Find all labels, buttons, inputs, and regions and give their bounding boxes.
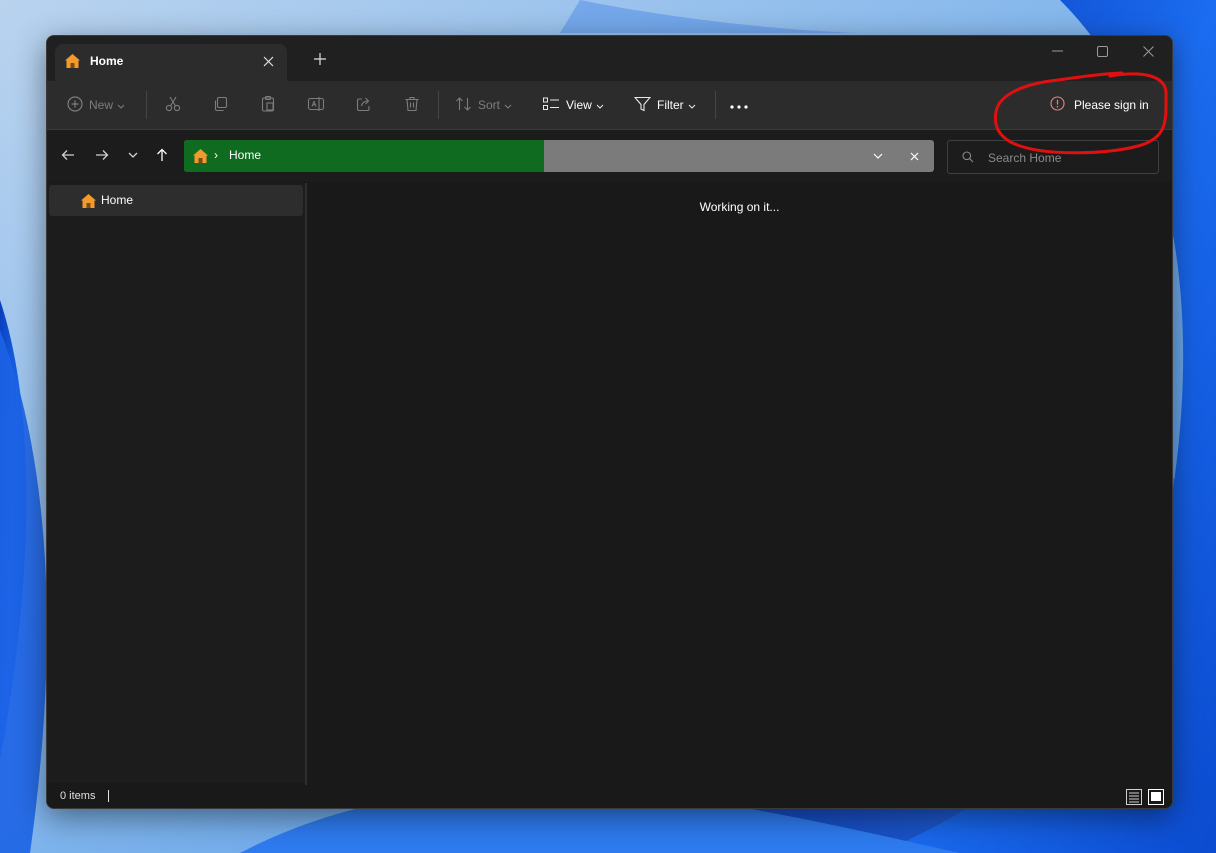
status-divider [108, 790, 109, 802]
close-icon[interactable] [1128, 40, 1168, 62]
title-bar: Home [47, 36, 1172, 81]
cancel-load-icon[interactable] [904, 147, 924, 165]
sort-icon [455, 96, 472, 115]
forward-arrow-icon[interactable] [91, 144, 113, 166]
cut-button[interactable] [164, 91, 182, 119]
chevron-down-icon [117, 98, 125, 112]
search-box[interactable] [947, 140, 1159, 174]
command-bar: New Sort View Filter Please sign in [47, 81, 1172, 130]
view-button[interactable]: View [543, 91, 604, 119]
delete-icon [403, 95, 421, 116]
sign-in-label: Please sign in [1074, 98, 1149, 112]
chevron-down-icon [596, 98, 604, 112]
plus-icon[interactable] [309, 48, 331, 70]
close-icon[interactable] [257, 50, 279, 72]
sign-in-notice[interactable]: Please sign in [1050, 93, 1149, 117]
navigation-bar: › Home [47, 130, 1172, 182]
home-icon [64, 53, 81, 74]
view-label: View [566, 98, 592, 112]
sidebar-item-home[interactable]: Home [49, 185, 303, 216]
status-bar: 0 items [47, 785, 1172, 808]
chevron-down-icon [504, 98, 512, 112]
more-options-button[interactable] [730, 91, 748, 119]
recent-locations-chevron-icon[interactable] [122, 144, 144, 166]
share-button[interactable] [355, 91, 373, 119]
plus-circle-icon [67, 95, 83, 115]
toolbar-divider [146, 91, 147, 119]
back-arrow-icon[interactable] [57, 144, 79, 166]
more-icon [730, 98, 748, 112]
toolbar-divider [715, 91, 716, 119]
breadcrumb-separator[interactable]: › [214, 148, 218, 162]
home-icon [192, 148, 209, 169]
share-icon [355, 95, 373, 116]
breadcrumb-home[interactable]: Home [229, 148, 261, 162]
paste-button[interactable] [259, 91, 277, 119]
chevron-down-icon [688, 98, 696, 112]
maximize-icon[interactable] [1082, 40, 1122, 62]
view-icon [543, 97, 560, 114]
address-bar[interactable]: › Home [184, 140, 934, 172]
sidebar-item-label: Home [101, 193, 134, 207]
home-icon [80, 193, 97, 214]
loading-status-text: Working on it... [699, 200, 780, 214]
filter-label: Filter [657, 98, 684, 112]
search-icon [962, 150, 974, 168]
minimize-icon[interactable] [1037, 40, 1077, 62]
tab-title: Home [90, 54, 124, 68]
large-icons-view-icon[interactable] [1147, 788, 1164, 805]
navigation-pane: Home [47, 183, 305, 783]
search-input[interactable] [986, 147, 1150, 169]
copy-button[interactable] [212, 91, 230, 119]
new-label: New [89, 98, 114, 112]
new-button[interactable]: New [67, 91, 125, 119]
filter-icon [633, 96, 652, 115]
sort-button[interactable]: Sort [455, 91, 512, 119]
sort-label: Sort [478, 98, 501, 112]
up-arrow-icon[interactable] [151, 144, 173, 166]
details-view-icon[interactable] [1125, 788, 1142, 805]
toolbar-divider [438, 91, 439, 119]
address-history-chevron-icon[interactable] [868, 147, 888, 165]
file-explorer-window: Home New Sort View Filter Please sign in… [46, 35, 1173, 809]
cut-icon [164, 95, 182, 116]
paste-icon [259, 95, 277, 116]
rename-button[interactable] [307, 91, 325, 119]
warning-circle-icon [1050, 96, 1065, 114]
item-count: 0 items [60, 790, 96, 802]
tab-home[interactable]: Home [55, 44, 287, 81]
copy-icon [212, 95, 230, 116]
rename-icon [307, 95, 325, 116]
delete-button[interactable] [403, 91, 421, 119]
filter-button[interactable]: Filter [633, 91, 696, 119]
file-list-area: Working on it... [307, 183, 1172, 783]
